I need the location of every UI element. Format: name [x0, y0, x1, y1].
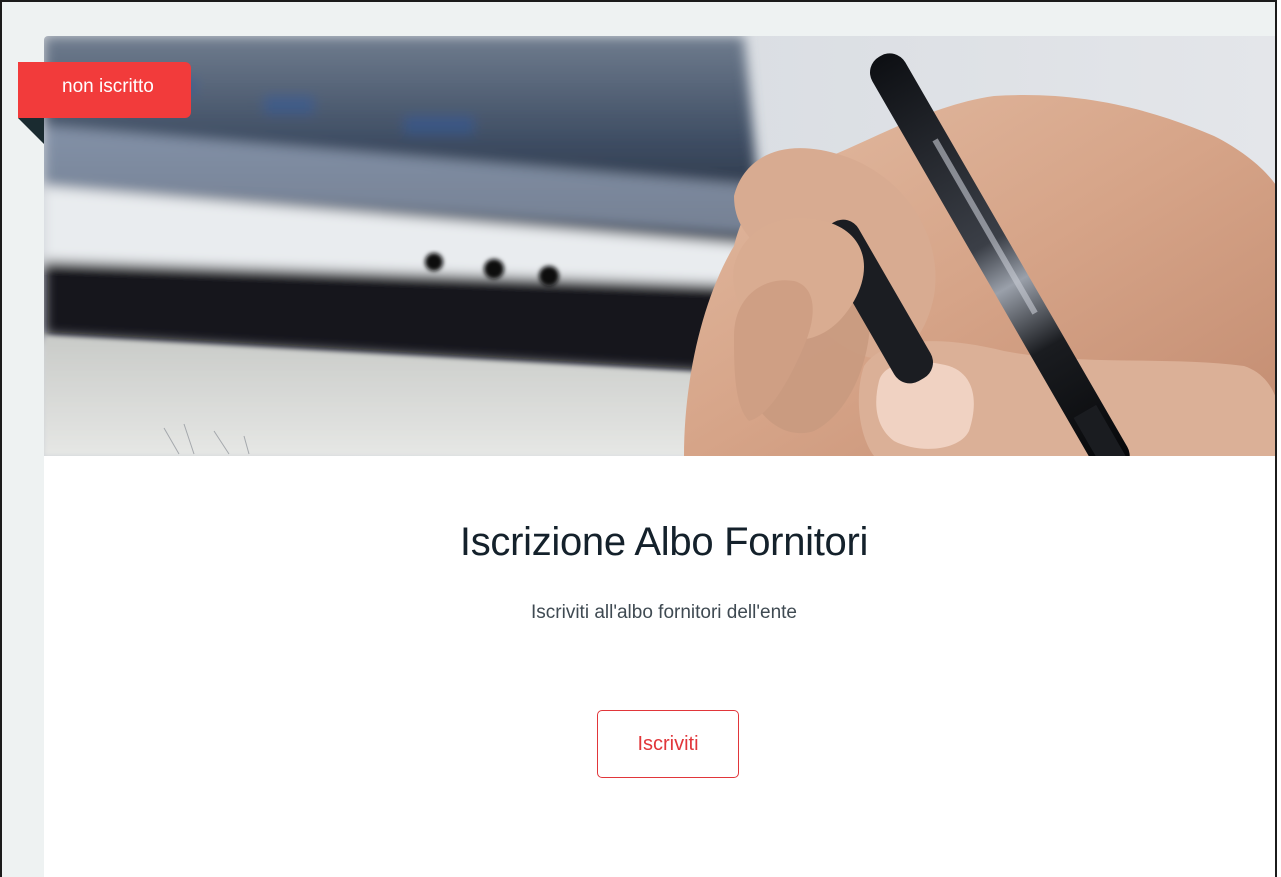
- hero-image: [44, 36, 1275, 456]
- page-frame: non iscritto Iscrizione Albo Fornitori I…: [0, 0, 1277, 877]
- subscribe-button[interactable]: Iscriviti: [597, 710, 739, 778]
- registration-card: Iscrizione Albo Fornitori Iscriviti all'…: [44, 36, 1275, 877]
- card-title: Iscrizione Albo Fornitori: [459, 520, 869, 564]
- card-subtitle: Iscriviti all'albo fornitori dell'ente: [531, 602, 797, 623]
- status-badge: non iscritto: [18, 62, 191, 118]
- ribbon-fold: [18, 118, 44, 144]
- hand-writing-with-pen-icon: [44, 36, 1275, 456]
